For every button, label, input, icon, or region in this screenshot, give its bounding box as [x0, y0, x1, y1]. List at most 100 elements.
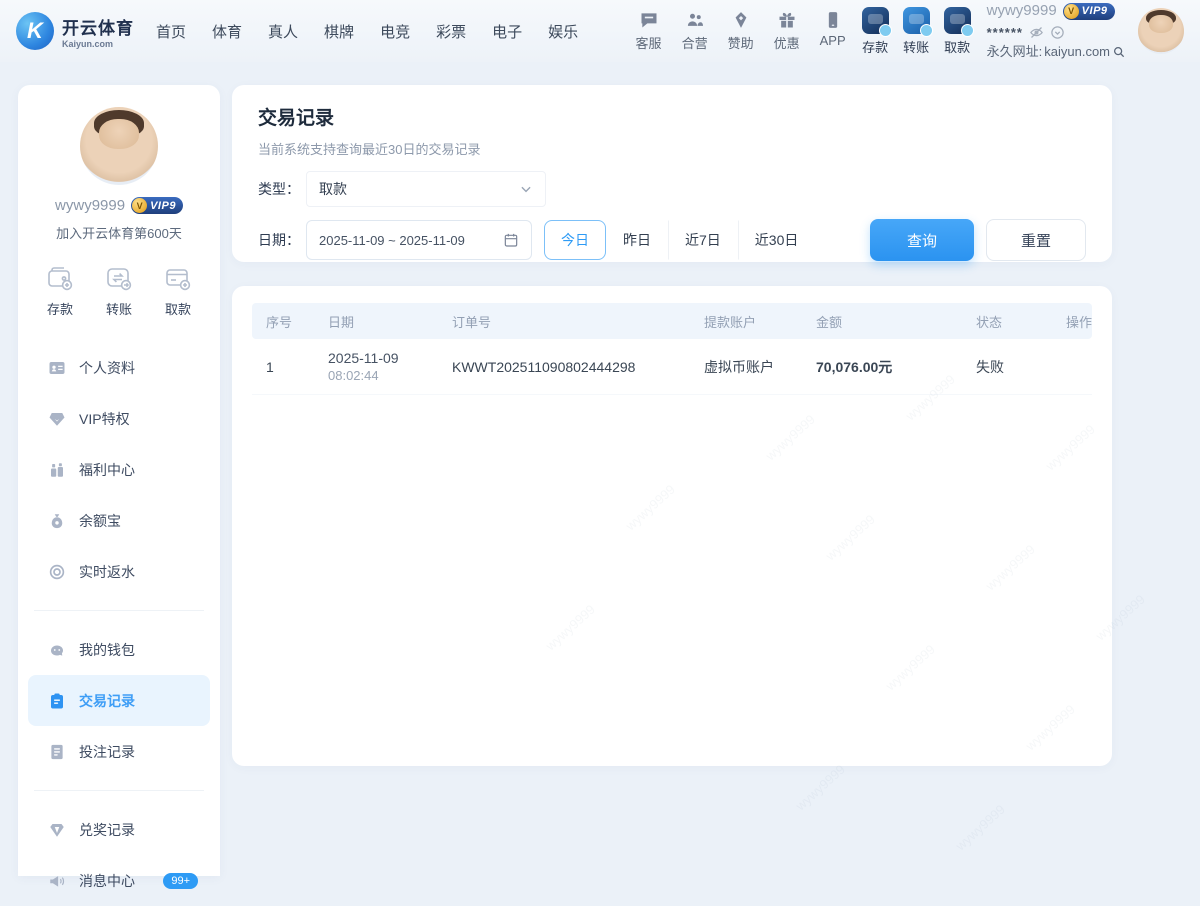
sponsor-button[interactable]: 赞助	[728, 10, 754, 52]
transfer-arrows-icon	[105, 264, 133, 292]
menu-label-wallet: 我的钱包	[79, 640, 135, 660]
partners-button[interactable]: 合营	[682, 10, 708, 52]
deposit-icon	[862, 7, 889, 34]
sidebar-withdraw-label: 取款	[165, 299, 191, 318]
sidebar-transfer-button[interactable]: 转账	[105, 264, 133, 318]
row-order-no: KWWT202511090802444298	[438, 359, 690, 375]
deposit-label: 存款	[862, 37, 888, 56]
nav-esports[interactable]: 电竞	[380, 21, 410, 42]
clipboard-icon	[48, 692, 66, 710]
col-index: 序号	[252, 312, 314, 331]
sidebar: wywy9999 V VIP9 加入开云体育第600天 存款 转账 取款 个人资…	[18, 85, 220, 876]
message-count-badge: 99+	[163, 873, 198, 889]
range-today-button[interactable]: 今日	[544, 220, 606, 260]
menu-item-profile[interactable]: 个人资料	[18, 342, 220, 393]
eye-off-icon[interactable]	[1029, 25, 1044, 40]
nav-entertainment[interactable]: 娱乐	[548, 21, 578, 42]
sidebar-username: wywy9999	[55, 197, 125, 214]
menu-label-welfare: 福利中心	[79, 460, 135, 480]
welfare-icon	[48, 461, 66, 479]
gift-icon	[777, 10, 797, 30]
customer-service-button[interactable]: 客服	[636, 10, 662, 52]
row-date: 2025-11-09 08:02:44	[314, 350, 438, 383]
quick-range-group: 今日 昨日 近7日 近30日	[544, 220, 815, 260]
page-subtitle: 当前系统支持查询最近30日的交易记录	[258, 139, 1086, 158]
nav-home[interactable]: 首页	[156, 21, 186, 42]
app-download-button[interactable]: APP	[820, 10, 846, 52]
sidebar-vip-level-label: VIP9	[150, 200, 176, 212]
menu-item-message-center[interactable]: 消息中心 99+	[18, 855, 220, 906]
menu-item-transactions[interactable]: 交易记录	[28, 675, 210, 726]
menu-item-wallet[interactable]: 我的钱包	[18, 624, 220, 675]
brand-logo[interactable]: K 开云体育 Kaiyun.com	[16, 12, 134, 50]
col-date: 日期	[314, 312, 438, 331]
range-yesterday-button[interactable]: 昨日	[606, 220, 668, 260]
customer-service-label: 客服	[636, 33, 662, 52]
menu-item-yuebao[interactable]: 余额宝	[18, 495, 220, 546]
search-button[interactable]: 查询	[870, 219, 974, 261]
sidebar-vip-badge: V VIP9	[131, 197, 183, 214]
sidebar-avatar[interactable]	[80, 107, 158, 185]
type-select[interactable]: 取款	[306, 171, 546, 207]
masked-balance: ******	[987, 23, 1023, 43]
calendar-icon	[503, 232, 519, 248]
app-label: APP	[820, 33, 846, 48]
nav-board-games[interactable]: 棋牌	[324, 21, 354, 42]
vip-level-label: VIP9	[1082, 3, 1108, 20]
piggy-bank-icon	[48, 641, 66, 659]
type-label: 类型：	[258, 179, 306, 199]
sidebar-deposit-button[interactable]: 存款	[46, 264, 74, 318]
transfer-label: 转账	[903, 37, 929, 56]
withdraw-button[interactable]: 取款	[944, 7, 971, 56]
range-30days-button[interactable]: 近30日	[738, 220, 816, 260]
menu-label-vip: VIP特权	[79, 409, 130, 429]
vip-shield-icon: V	[1064, 4, 1079, 19]
row-index: 1	[252, 359, 314, 375]
menu-item-betting-records[interactable]: 投注记录	[18, 726, 220, 777]
header-wallet-actions: 存款 转账 取款	[862, 7, 971, 56]
menu-label-rebate: 实时返水	[79, 562, 135, 582]
date-range-input[interactable]: 2025-11-09 ~ 2025-11-09	[306, 220, 532, 260]
deposit-button[interactable]: 存款	[862, 7, 889, 56]
username[interactable]: wywy9999	[987, 0, 1057, 23]
nav-live[interactable]: 真人	[268, 21, 298, 42]
menu-label-prize-records: 兑奖记录	[79, 820, 135, 840]
money-bag-icon	[48, 512, 66, 530]
menu-item-vip[interactable]: VIP特权	[18, 393, 220, 444]
range-7days-button[interactable]: 近7日	[668, 220, 738, 260]
withdraw-label: 取款	[944, 37, 970, 56]
user-avatar[interactable]	[1138, 8, 1184, 54]
nav-lottery[interactable]: 彩票	[436, 21, 466, 42]
menu-item-rebate[interactable]: 实时返水	[18, 546, 220, 597]
menu-divider	[34, 610, 204, 611]
permanent-url: kaiyun.com	[1044, 42, 1110, 62]
menu-item-prize-records[interactable]: 兑奖记录	[18, 804, 220, 855]
top-bar: K 开云体育 Kaiyun.com 首页 体育 真人 棋牌 电竞 彩票 电子 娱…	[0, 0, 1200, 62]
table-row: 1 2025-11-09 08:02:44 KWWT20251109080244…	[252, 339, 1092, 395]
menu-label-betting-records: 投注记录	[79, 742, 135, 762]
phone-icon	[823, 10, 843, 30]
permanent-url-label: 永久网址:	[987, 42, 1043, 62]
sidebar-transfer-label: 转账	[106, 299, 132, 318]
watermark-text: wywy9999	[953, 802, 1008, 854]
nav-sports[interactable]: 体育	[212, 21, 242, 42]
type-select-value: 取款	[319, 179, 347, 199]
brand-name: 开云体育	[62, 14, 134, 39]
date-label: 日期：	[258, 230, 306, 250]
sidebar-deposit-label: 存款	[47, 299, 73, 318]
partners-label: 合营	[682, 33, 708, 52]
nav-slots[interactable]: 电子	[492, 21, 522, 42]
magnifier-icon[interactable]	[1112, 45, 1126, 59]
gem-icon	[48, 410, 66, 428]
refresh-circle-icon[interactable]	[1050, 25, 1065, 40]
promotions-button[interactable]: 优惠	[774, 10, 800, 52]
chevron-down-icon	[519, 182, 533, 196]
menu-label-profile: 个人资料	[79, 358, 135, 378]
menu-item-welfare[interactable]: 福利中心	[18, 444, 220, 495]
row-date-day: 2025-11-09	[328, 350, 438, 366]
sidebar-withdraw-button[interactable]: 取款	[164, 264, 192, 318]
withdraw-icon	[944, 7, 971, 34]
transfer-button[interactable]: 转账	[903, 7, 930, 56]
reset-button[interactable]: 重置	[986, 219, 1086, 261]
records-table-card: 序号 日期 订单号 提款账户 金额 状态 操作 1 2025-11-09 08:…	[232, 286, 1112, 766]
